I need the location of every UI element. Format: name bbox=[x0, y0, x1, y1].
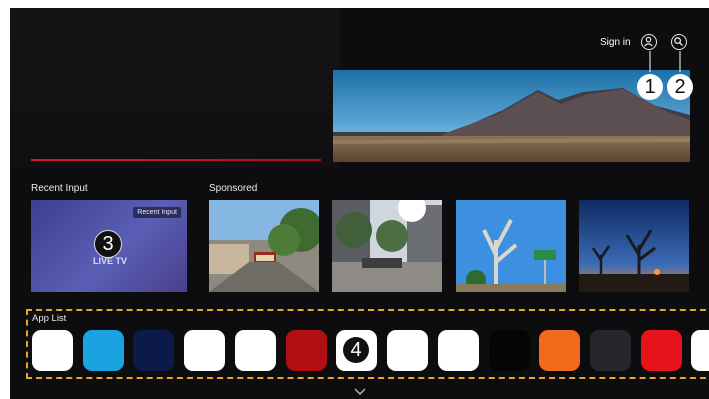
sponsored-tile-street[interactable] bbox=[209, 200, 319, 292]
tv-home-screen: Sign in 1 2 Recent Input Sponsored Recen… bbox=[10, 8, 709, 399]
app-tile-13[interactable] bbox=[641, 330, 682, 371]
app-tile-3[interactable] bbox=[133, 330, 174, 371]
sponsored-tile-sunset[interactable] bbox=[579, 200, 689, 292]
sponsored-title: Sponsored bbox=[209, 183, 258, 194]
recent-input-title: Recent Input bbox=[31, 183, 88, 194]
app-tile-14[interactable] bbox=[691, 330, 709, 371]
callout-4: 4 bbox=[343, 337, 369, 363]
app-tile-8[interactable] bbox=[387, 330, 428, 371]
sponsored-tile-joshua-tree[interactable] bbox=[456, 200, 566, 292]
hero-progress-line bbox=[31, 159, 321, 161]
app-tile-6[interactable] bbox=[286, 330, 327, 371]
app-list-title: App List bbox=[32, 313, 67, 324]
app-tile-2[interactable] bbox=[83, 330, 124, 371]
app-tile-9[interactable] bbox=[438, 330, 479, 371]
sponsored-tile-city[interactable] bbox=[332, 200, 442, 292]
callout-2: 2 bbox=[667, 74, 693, 100]
recent-input-tile[interactable]: Recent Input LIVE TV 3 bbox=[31, 200, 187, 292]
recent-input-badge: Recent Input bbox=[133, 207, 181, 218]
app-tile-11[interactable] bbox=[539, 330, 580, 371]
app-tile-1[interactable] bbox=[32, 330, 73, 371]
callout-3: 3 bbox=[94, 230, 122, 258]
app-tile-5[interactable] bbox=[235, 330, 276, 371]
app-tile-10[interactable] bbox=[489, 330, 530, 371]
app-tile-12[interactable] bbox=[590, 330, 631, 371]
callout-pointers bbox=[649, 51, 681, 72]
chevron-down-icon[interactable] bbox=[353, 387, 367, 397]
callout-1: 1 bbox=[637, 74, 663, 100]
app-tile-4[interactable] bbox=[184, 330, 225, 371]
app-tile-7[interactable]: 4 bbox=[336, 330, 377, 371]
